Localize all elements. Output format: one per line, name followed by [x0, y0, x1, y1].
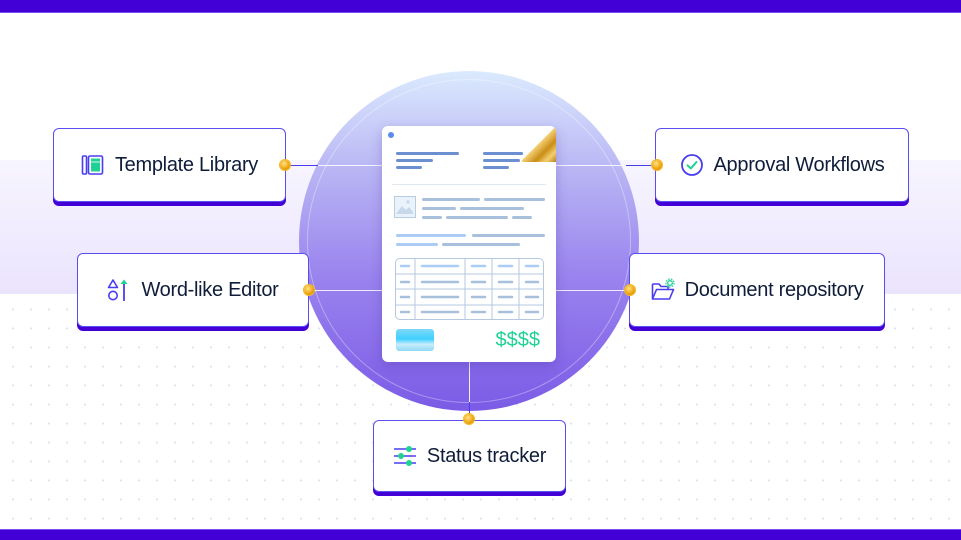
- card-status-tracker[interactable]: Status tracker: [373, 420, 566, 492]
- connector-node: [652, 160, 662, 170]
- connector-node: [280, 160, 290, 170]
- doc-line: [446, 216, 508, 219]
- check-circle-icon: [680, 153, 704, 177]
- card-word-like-editor[interactable]: Word-like Editor: [77, 253, 309, 327]
- connector-status-tracker-inner: [469, 362, 470, 402]
- doc-line: [472, 234, 545, 237]
- connector-approval-inner: [556, 165, 626, 166]
- doc-line: [442, 243, 520, 246]
- doc-line: [396, 159, 433, 162]
- image-placeholder-icon: [394, 196, 416, 218]
- card-label: Template Library: [114, 153, 259, 176]
- doc-line: [483, 166, 509, 169]
- connector-node: [464, 414, 474, 424]
- doc-line: [484, 198, 545, 201]
- connector-document-repository: [556, 290, 630, 291]
- document-dot: [388, 132, 394, 138]
- doc-line: [422, 207, 456, 210]
- page-curl: [520, 126, 556, 162]
- doc-line: [483, 152, 523, 155]
- card-label: Status tracker: [426, 444, 547, 467]
- price-text: $$$$: [495, 329, 541, 351]
- doc-line: [512, 216, 532, 219]
- doc-line: [396, 166, 422, 169]
- book-icon: [81, 153, 105, 177]
- card-label: Document repository: [684, 278, 864, 301]
- doc-line: [460, 207, 524, 210]
- top-bar: [0, 0, 961, 13]
- doc-line: [483, 159, 520, 162]
- connector-template-library-inner: [318, 165, 382, 166]
- card-label: Approval Workflows: [713, 153, 885, 176]
- connector-node: [304, 285, 314, 295]
- card-approval-workflows[interactable]: Approval Workflows: [655, 128, 909, 202]
- doc-line: [422, 216, 442, 219]
- connector-word-like-editor: [314, 290, 382, 291]
- doc-table: [395, 258, 544, 320]
- credit-card-icon: [396, 329, 434, 351]
- card-label: Word-like Editor: [141, 278, 279, 301]
- doc-line: [396, 243, 438, 246]
- folder-gear-icon: [651, 278, 675, 302]
- card-document-repository[interactable]: Document repository: [629, 253, 885, 327]
- doc-line: [396, 234, 466, 237]
- connector-node: [625, 285, 635, 295]
- shapes-text-icon: [107, 278, 131, 302]
- doc-line: [422, 198, 480, 201]
- sliders-icon: [393, 444, 417, 468]
- doc-divider: [392, 184, 546, 185]
- bottom-bar: [0, 529, 961, 540]
- document-illustration: $$$$: [382, 126, 556, 362]
- doc-line: [396, 152, 459, 155]
- card-template-library[interactable]: Template Library: [53, 128, 286, 202]
- connector-template-library: [290, 165, 318, 166]
